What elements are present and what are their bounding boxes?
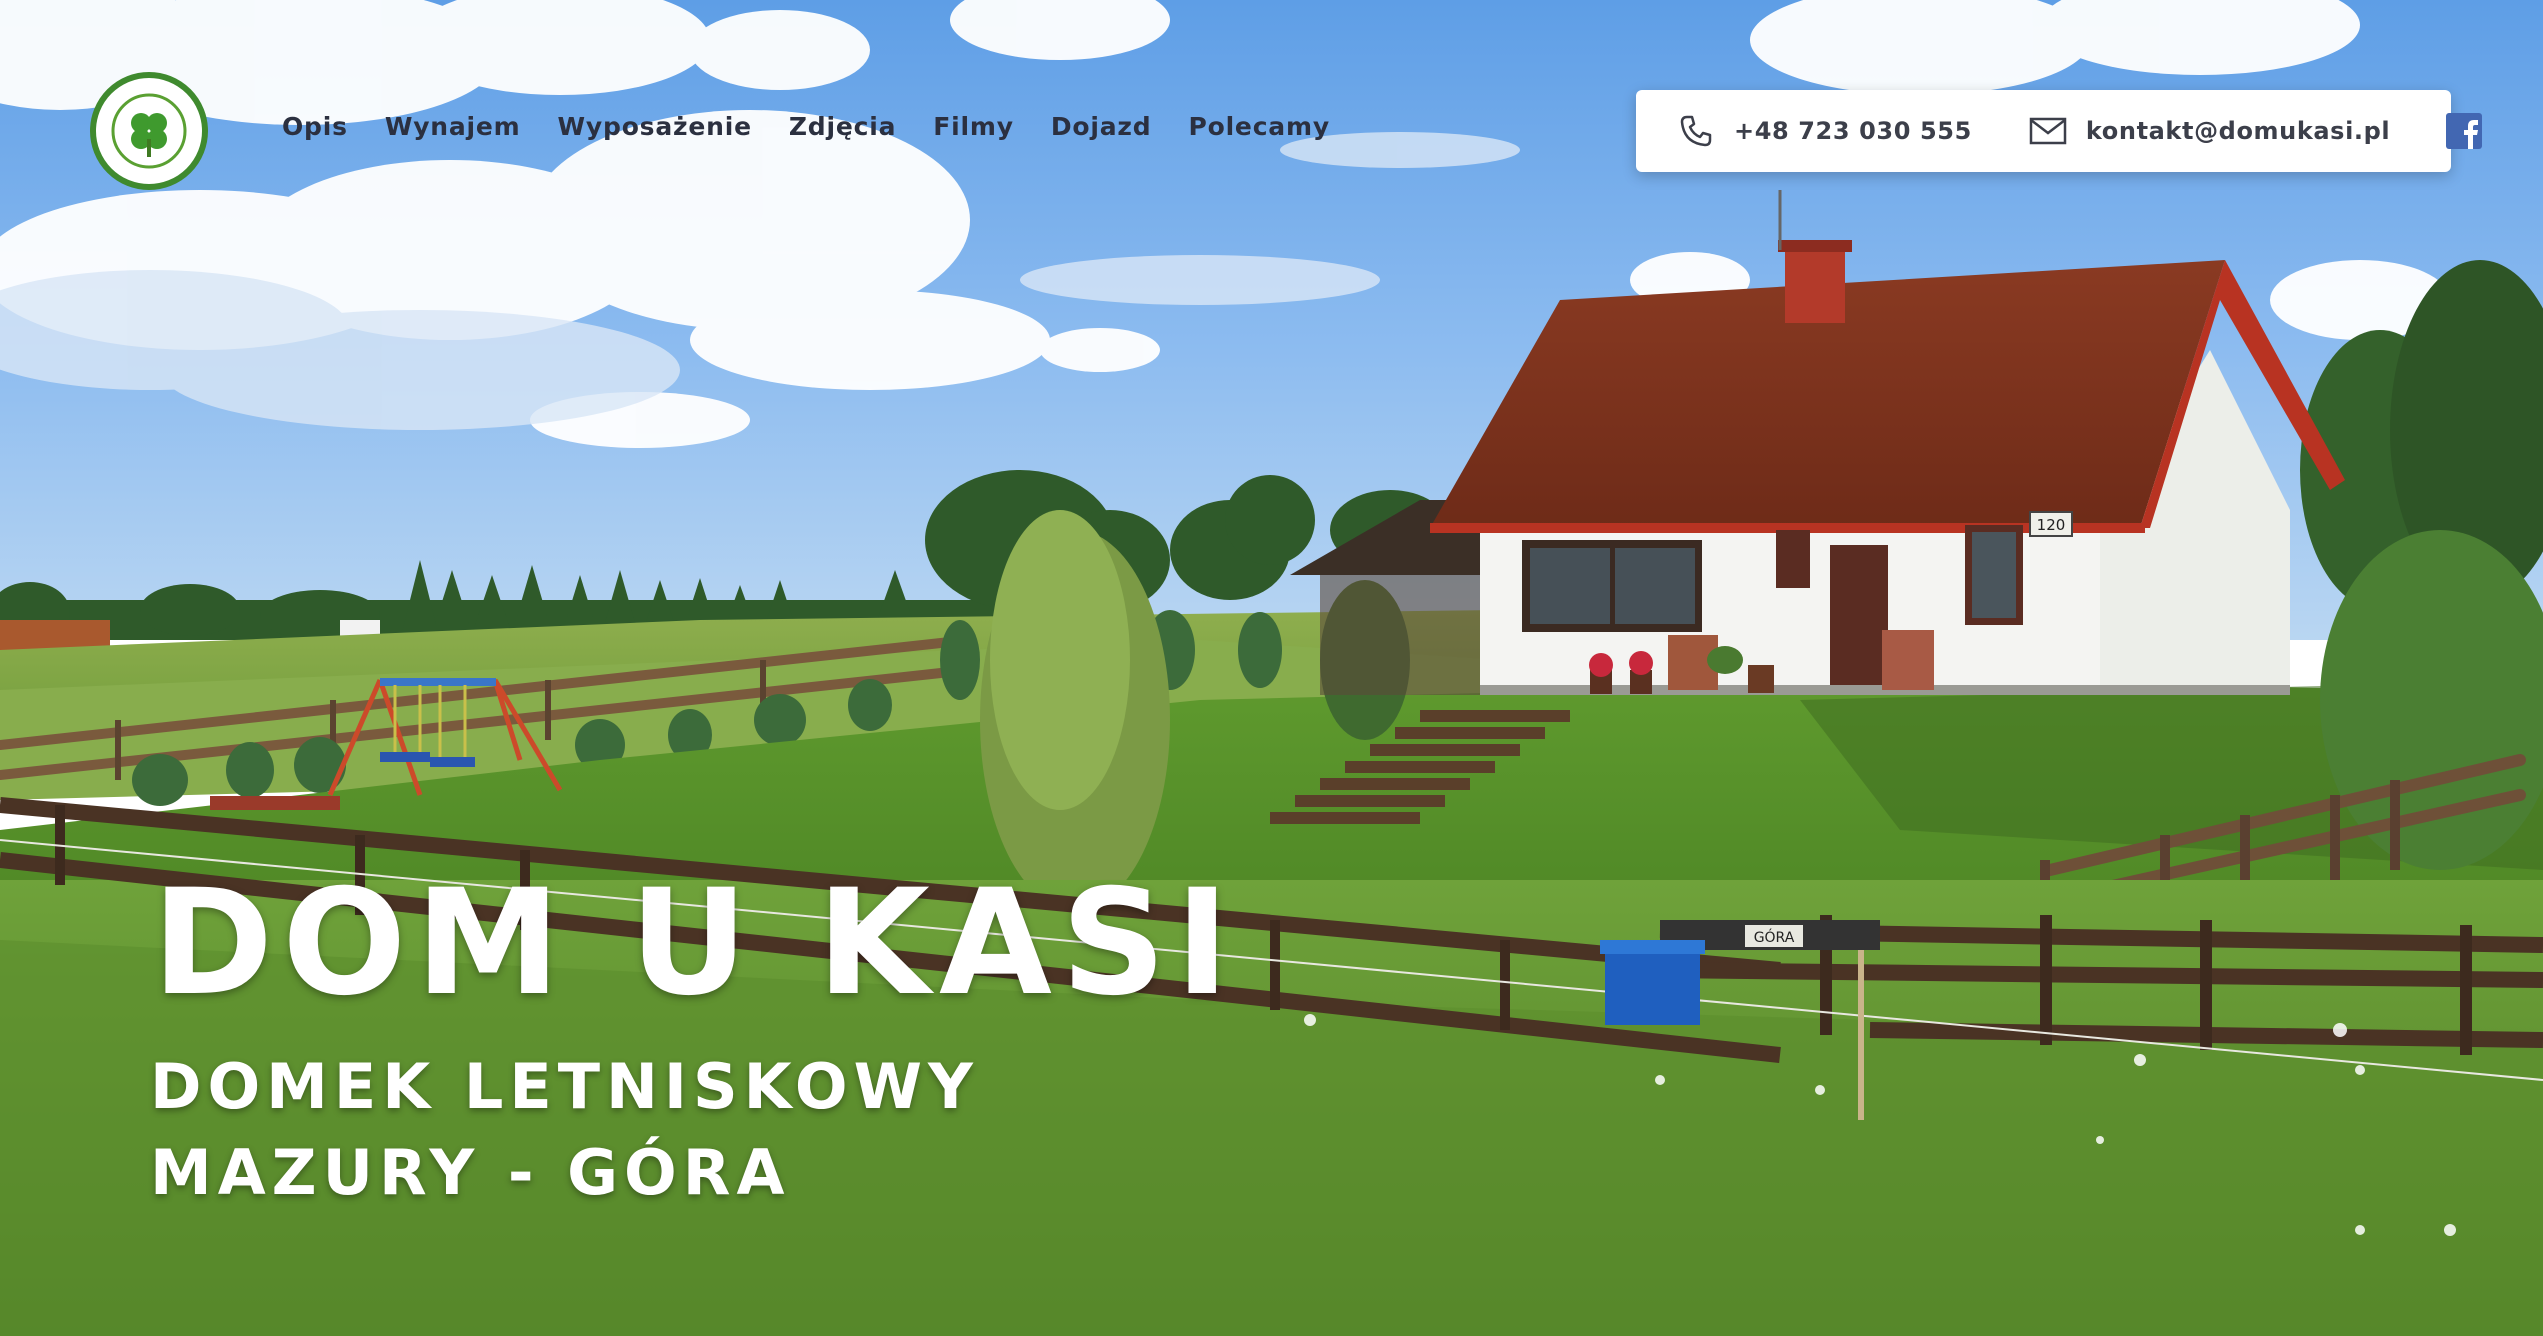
main-nav: Opis Wynajem Wyposażenie Zdjęcia Filmy D… [282, 112, 1330, 141]
nav-item-zdjecia[interactable]: Zdjęcia [789, 112, 896, 141]
house-number: 120 [2037, 516, 2066, 534]
page: 120 GÓRA Opis Wynajem Wyposażenie Zdjęci… [0, 0, 2543, 1336]
mail-icon [2028, 111, 2068, 151]
nav-item-opis[interactable]: Opis [282, 112, 348, 141]
email-link[interactable]: kontakt@domukasi.pl [2028, 111, 2390, 151]
nav-item-dojazd[interactable]: Dojazd [1051, 112, 1152, 141]
phone-icon [1676, 111, 1716, 151]
clover-icon [111, 93, 187, 169]
nav-item-wyposazenie[interactable]: Wyposażenie [558, 112, 752, 141]
nav-item-polecamy[interactable]: Polecamy [1188, 112, 1329, 141]
nav-item-filmy[interactable]: Filmy [933, 112, 1014, 141]
facebook-icon [2446, 113, 2483, 149]
email-address: kontakt@domukasi.pl [2085, 117, 2391, 145]
contact-bar: +48 723 030 555 kontakt@domukasi.pl [1636, 90, 2483, 172]
hero-subtitle-line1: DOMEK LETNISKOWY [150, 1050, 979, 1123]
phone-number: +48 723 030 555 [1734, 117, 1972, 145]
hero-subtitle-line2: MAZURY - GÓRA [150, 1136, 791, 1209]
facebook-link[interactable] [2446, 113, 2483, 149]
road-sign: GÓRA [1754, 928, 1795, 946]
site-logo[interactable] [90, 72, 208, 190]
phone-link[interactable]: +48 723 030 555 [1676, 111, 1972, 151]
nav-item-wynajem[interactable]: Wynajem [385, 112, 521, 141]
hero-title: DOM U KASI [152, 858, 1239, 1028]
